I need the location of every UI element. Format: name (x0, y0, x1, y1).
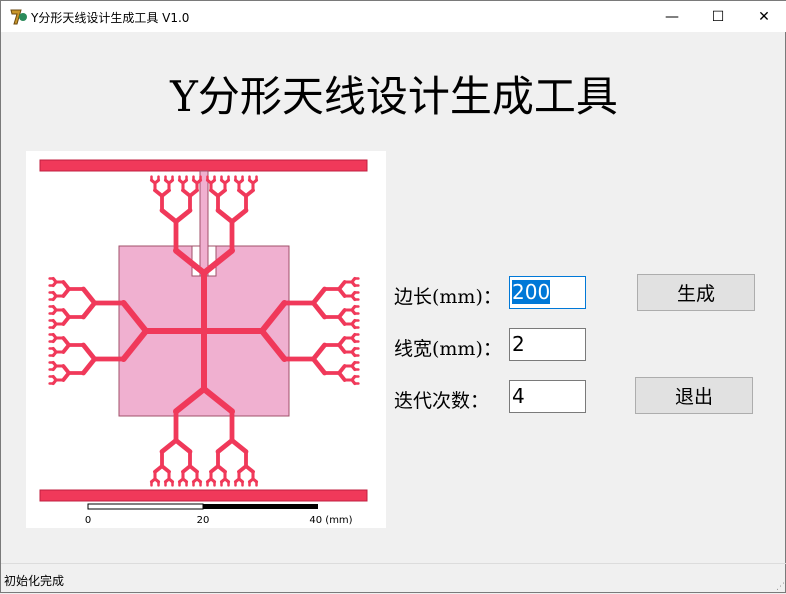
status-text: 初始化完成 (4, 574, 65, 588)
generate-button[interactable]: 生成 (637, 274, 755, 311)
antenna-branch (81, 342, 97, 362)
scale-bar-white (87, 503, 204, 510)
antenna-branch (215, 437, 235, 455)
antenna-branch (159, 208, 179, 224)
line-width-input[interactable]: 2 (509, 328, 586, 361)
close-button[interactable]: ✕ (741, 1, 786, 32)
antenna-branch (310, 356, 328, 376)
status-bar: 初始化完成 ⋰ (1, 563, 786, 594)
scale-label: 20 (197, 515, 210, 526)
scale-label: 40 (mm) (309, 515, 352, 526)
antenna-branch (310, 286, 328, 306)
antenna-preview: 0 20 40 (mm) (26, 151, 386, 528)
antenna-branch (229, 437, 249, 455)
antenna-branch (173, 208, 193, 224)
maximize-button[interactable]: ☐ (695, 1, 741, 32)
antenna-branch (81, 356, 97, 376)
iterations-label: 迭代次数： (394, 390, 490, 412)
line-width-label: 线宽(mm)： (394, 338, 502, 360)
antenna-branch (173, 437, 193, 455)
feed-line (199, 170, 209, 277)
antenna-branch (310, 342, 328, 362)
antenna-branch (159, 437, 179, 455)
scale-label: 0 (85, 515, 91, 526)
app-icon (10, 9, 27, 25)
side-length-label: 边长(mm)： (394, 286, 502, 308)
window-title: Y分形天线设计生成工具 V1.0 (31, 11, 190, 25)
antenna-branch (215, 208, 235, 224)
top-bar (39, 159, 368, 172)
antenna-branch (81, 300, 97, 320)
antenna-branch (229, 208, 249, 224)
exit-button[interactable]: 退出 (635, 377, 753, 414)
iterations-input[interactable]: 4 (509, 380, 586, 413)
scale-bar-black (203, 504, 318, 509)
minimize-button[interactable]: — (649, 1, 695, 32)
page-title: Y分形天线设计生成工具 (170, 72, 618, 121)
side-length-value: 200 (512, 280, 551, 304)
title-bar: Y分形天线设计生成工具 V1.0 — ☐ ✕ (1, 1, 786, 32)
side-length-input[interactable]: 200 (509, 276, 586, 309)
resize-grip[interactable]: ⋰ (776, 582, 785, 592)
bottom-bar (39, 489, 368, 502)
antenna-branch (310, 300, 328, 320)
antenna-branch (81, 286, 97, 306)
